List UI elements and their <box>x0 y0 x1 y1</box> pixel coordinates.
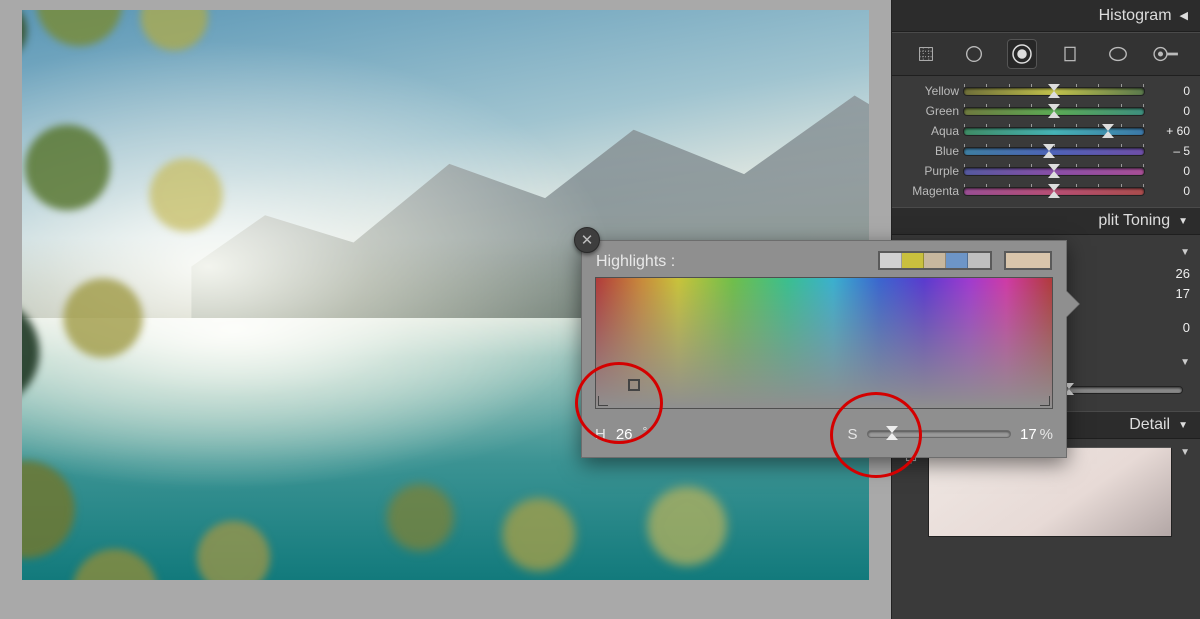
histogram-title: Histogram <box>1099 7 1172 25</box>
hsl-slider-green: Green 0 <box>902 101 1190 121</box>
slider-label: Green <box>902 104 964 118</box>
slider-track[interactable] <box>964 168 1144 175</box>
detail-title: Detail <box>1129 416 1170 434</box>
histogram-header[interactable]: Histogram ◀ <box>892 0 1200 32</box>
sat-value[interactable]: 17 <box>1020 426 1037 443</box>
preset-swatch[interactable] <box>902 253 924 268</box>
hsl-slider-blue: Blue – 5 <box>902 141 1190 161</box>
chevron-down-icon: ▼ <box>1178 420 1188 431</box>
chevron-down-icon[interactable]: ▼ <box>1180 447 1190 458</box>
hsl-slider-purple: Purple 0 <box>902 161 1190 181</box>
radial-filter-icon[interactable] <box>1103 39 1133 69</box>
slider-value[interactable]: 0 <box>1144 84 1190 98</box>
slider-handle[interactable] <box>886 426 898 441</box>
slider-label: Magenta <box>902 184 964 198</box>
collapse-left-icon: ◀ <box>1180 9 1188 22</box>
split-toning-title: plit Toning <box>1098 212 1170 230</box>
slider-label: Blue <box>902 144 964 158</box>
slider-handle[interactable] <box>1102 124 1114 138</box>
slider-track[interactable] <box>964 88 1144 95</box>
preset-swatch[interactable] <box>946 253 968 268</box>
chevron-down-icon: ▼ <box>1178 216 1188 227</box>
hue-value[interactable]: 26 <box>616 426 633 443</box>
sat-unit: % <box>1040 426 1053 443</box>
slider-value[interactable]: 0 <box>1144 164 1190 178</box>
color-picker-popup: ✕ Highlights : H 26 ° S 17 % <box>581 240 1067 458</box>
slider-track[interactable] <box>964 188 1144 195</box>
hsl-sliders-group: Yellow0Green0Aqua+ 60Blue– 5Purple0Magen… <box>892 76 1200 207</box>
hue-sat-spectrum[interactable] <box>595 277 1053 409</box>
hue-label: H <box>595 426 606 443</box>
chevron-down-icon[interactable]: ▼ <box>1180 247 1190 258</box>
preset-swatch[interactable] <box>968 253 990 268</box>
slider-value[interactable]: 0 <box>1144 184 1190 198</box>
slider-label: Aqua <box>902 124 964 138</box>
slider-label: Yellow <box>902 84 964 98</box>
color-picker-marker[interactable] <box>628 379 640 391</box>
slider-track[interactable] <box>964 128 1144 135</box>
preset-swatch[interactable] <box>924 253 946 268</box>
spot-removal-icon[interactable] <box>959 39 989 69</box>
preset-swatch[interactable] <box>880 253 902 268</box>
local-tools-row <box>892 32 1200 76</box>
hsl-slider-yellow: Yellow 0 <box>902 81 1190 101</box>
slider-track[interactable] <box>964 148 1144 155</box>
current-color-swatch[interactable] <box>1006 253 1050 268</box>
slider-handle[interactable] <box>1048 164 1060 178</box>
saturation-slider[interactable] <box>868 431 1010 437</box>
slider-handle[interactable] <box>1043 144 1055 158</box>
brush-tool-icon[interactable] <box>1151 39 1181 69</box>
slider-handle[interactable] <box>1048 184 1060 198</box>
slider-value[interactable]: + 60 <box>1144 124 1190 138</box>
redeye-tool-icon[interactable] <box>1007 39 1037 69</box>
hsl-slider-aqua: Aqua + 60 <box>902 121 1190 141</box>
slider-value[interactable]: – 5 <box>1144 144 1190 158</box>
spectrum-corner-icon <box>1040 396 1050 406</box>
close-icon: ✕ <box>581 231 594 249</box>
slider-handle[interactable] <box>1048 104 1060 118</box>
slider-track[interactable] <box>964 108 1144 115</box>
detail-preview[interactable] <box>928 447 1172 537</box>
close-button[interactable]: ✕ <box>574 227 600 253</box>
crop-tool-icon[interactable] <box>911 39 941 69</box>
slider-handle[interactable] <box>1048 84 1060 98</box>
hue-unit: ° <box>643 424 648 438</box>
preset-swatch-row <box>878 251 1052 270</box>
hsl-slider-magenta: Magenta 0 <box>902 181 1190 201</box>
slider-label: Purple <box>902 164 964 178</box>
sat-label: S <box>847 426 857 443</box>
graduated-filter-icon[interactable] <box>1055 39 1085 69</box>
slider-value[interactable]: 0 <box>1144 104 1190 118</box>
chevron-down-icon[interactable]: ▼ <box>1180 357 1190 368</box>
spectrum-corner-icon <box>598 396 608 406</box>
split-toning-header[interactable]: plit Toning ▼ <box>892 207 1200 235</box>
popup-title: Highlights : <box>596 253 675 271</box>
